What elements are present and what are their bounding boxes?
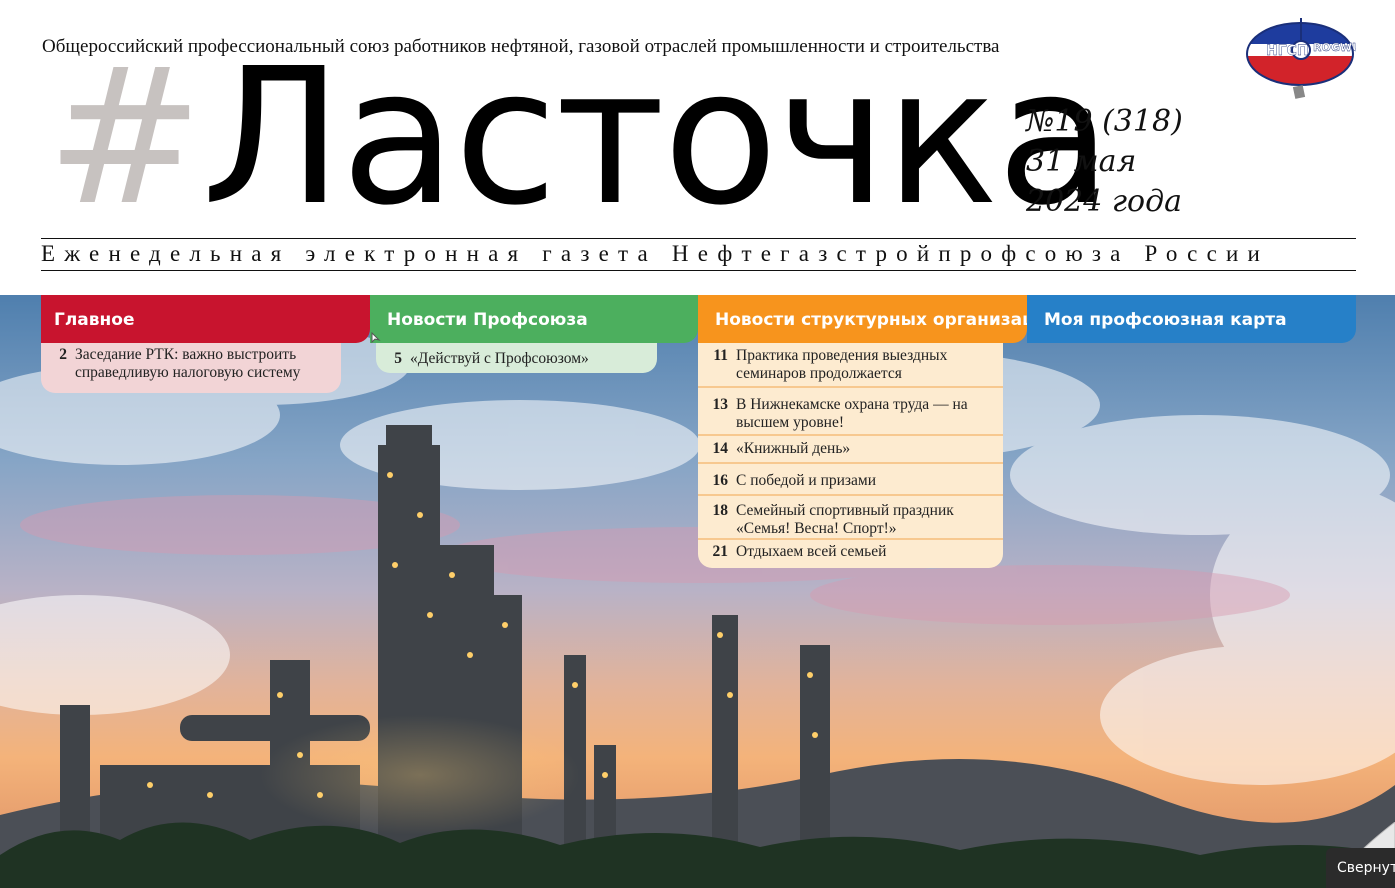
list-item[interactable]: 2 Заседание РТК: важно выстроить справед… [41, 343, 341, 382]
list-item[interactable]: 5 «Действуй с Профсоюзом» [376, 343, 657, 368]
list-item[interactable]: 21 Отдыхаем всей семьей [698, 540, 1003, 566]
list-item[interactable]: 16 С победой и призами [698, 464, 1003, 496]
article-title: Отдыхаем всей семьей [736, 543, 887, 560]
divider-bottom [41, 270, 1356, 271]
tab-main[interactable]: Главное [41, 295, 370, 343]
main-panel: 2 Заседание РТК: важно выстроить справед… [41, 343, 341, 393]
tab-structural-orgs-news-label: Новости структурных организаций [715, 310, 1027, 330]
page-number: 21 [712, 543, 729, 560]
tab-union-news[interactable]: Новости Профсоюза [370, 295, 698, 343]
article-title: С победой и призами [736, 472, 877, 489]
masthead-hash: # [46, 28, 204, 247]
page-number: 2 [59, 346, 67, 363]
page-number: 16 [712, 472, 729, 489]
page-number: 13 [712, 396, 729, 413]
union-news-panel: 5 «Действуй с Профсоюзом» [376, 343, 657, 373]
list-item[interactable]: 11 Практика проведения выездных семинаро… [698, 343, 1003, 388]
list-item[interactable]: 14 «Книжный день» [698, 436, 1003, 464]
article-title: В Нижнекамске охрана труда — на высшем у… [736, 396, 968, 431]
issue-info: №19 (318) 31 мая 2024 года [1026, 102, 1183, 222]
tagline: Еженедельная электронная газета Нефтегаз… [41, 241, 1270, 266]
divider-top [41, 238, 1356, 239]
newspaper-masthead[interactable]: #Ласточка [46, 44, 1112, 232]
tab-union-news-label: Новости Профсоюза [387, 310, 588, 330]
article-title: Заседание РТК: важно выстроить справедли… [75, 346, 301, 381]
tab-union-card-label: Моя профсоюзная карта [1044, 310, 1287, 330]
page-number: 5 [394, 350, 402, 367]
list-item[interactable]: 13 В Нижнекамске охрана труда — на высше… [698, 388, 1003, 436]
union-logo[interactable]: НГСП ROGWU [1244, 14, 1361, 100]
collapse-button[interactable]: Свернут [1326, 848, 1395, 888]
page-number: 11 [713, 347, 728, 364]
structural-orgs-panel: 11 Практика проведения выездных семинаро… [698, 343, 1003, 568]
article-title: «Действуй с Профсоюзом» [410, 350, 589, 367]
cursor-icon [371, 329, 381, 344]
issue-number: №19 (318) [1026, 104, 1183, 139]
tab-union-card[interactable]: Моя профсоюзная карта [1027, 295, 1356, 343]
article-title: «Книжный день» [736, 440, 851, 457]
list-item[interactable]: 18 Семейный спортивный праздник «Семья! … [698, 496, 1003, 540]
tab-structural-orgs-news[interactable]: Новости структурных организаций [698, 295, 1027, 343]
masthead-title: Ласточка [201, 28, 1112, 247]
tab-main-label: Главное [54, 310, 135, 330]
issue-day: 31 мая [1026, 144, 1137, 179]
article-title: Практика проведения выездных семинаров п… [736, 347, 948, 382]
article-title: Семейный спортивный праздник «Семья! Вес… [736, 502, 954, 537]
page-number: 14 [712, 440, 729, 457]
page-number: 18 [712, 502, 729, 519]
logo-left-text: НГСП [1266, 43, 1309, 59]
logo-right-text: ROGWU [1313, 41, 1356, 54]
issue-year: 2024 года [1026, 184, 1183, 219]
